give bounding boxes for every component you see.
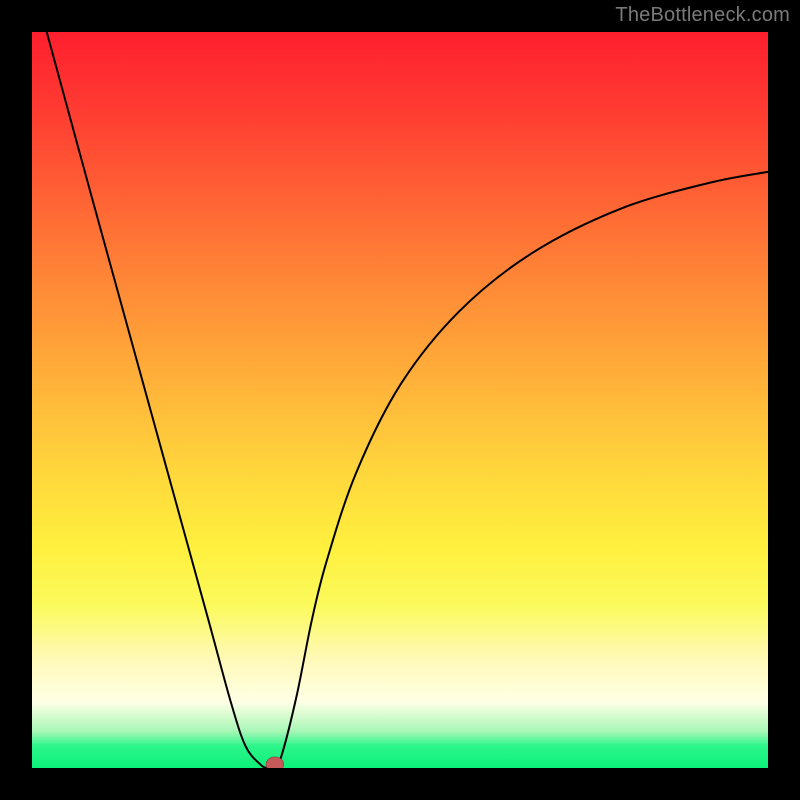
bottleneck-curve [47,32,768,768]
plot-area [32,32,768,768]
chart-frame: TheBottleneck.com [0,0,800,800]
watermark-text: TheBottleneck.com [615,4,790,27]
plot-svg [32,32,768,768]
